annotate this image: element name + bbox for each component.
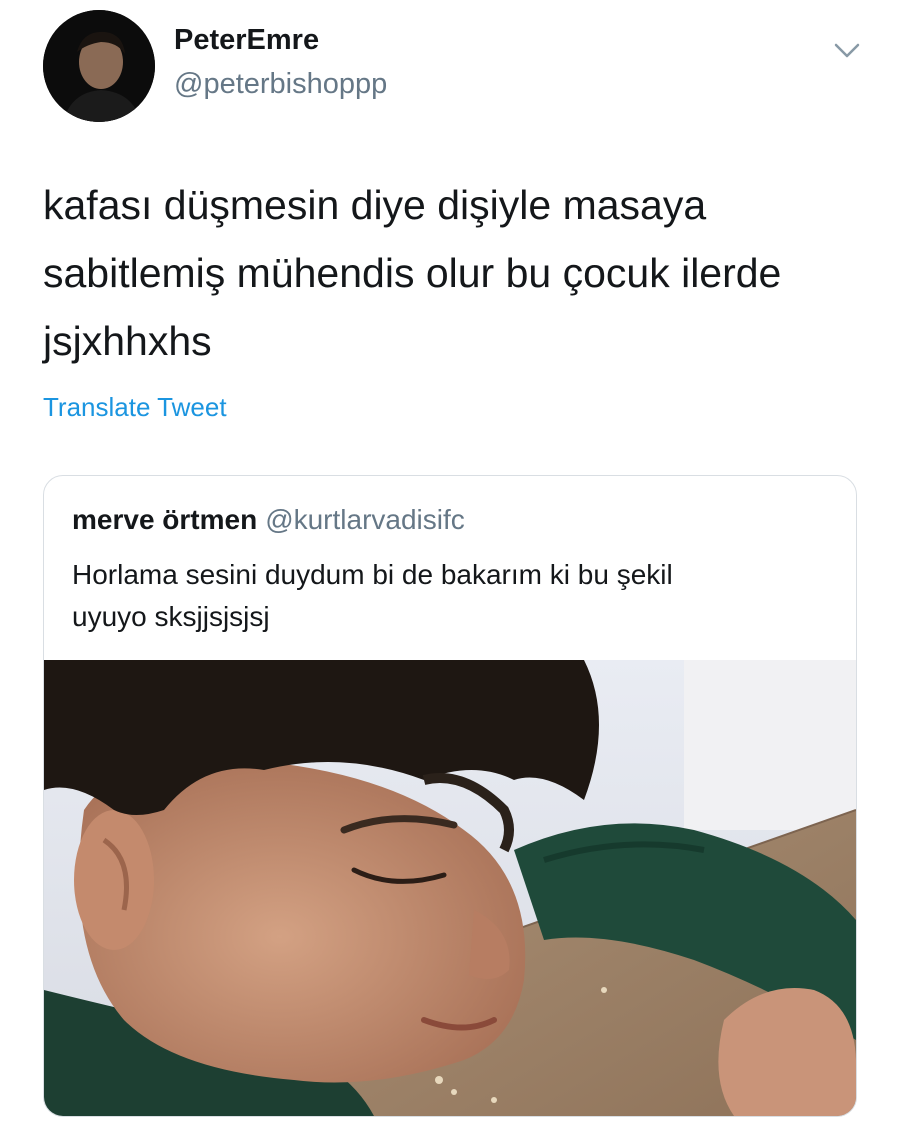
tweet-text-line: sabitlemiş mühendis olur bu çocuk ilerde [43, 250, 782, 296]
author-display-name[interactable]: PeterEmre [174, 24, 319, 57]
quoted-tweet-media[interactable] [44, 660, 856, 1116]
tweet-text-line: kafası düşmesin diye dişiyle masaya [43, 182, 707, 228]
quoted-tweet-card[interactable]: merve örtmen @kurtlarvadisifc Horlama ses… [43, 475, 857, 1117]
quoted-author-name: merve örtmen [72, 504, 258, 535]
avatar-photo [43, 10, 155, 122]
quoted-text-line: Horlama sesini duydum bi de bakarım ki b… [72, 559, 673, 590]
quoted-text-line: uyuyo sksjjsjsjsj [72, 601, 270, 632]
chevron-down-icon[interactable] [830, 38, 864, 64]
quoted-tweet-text: Horlama sesini duydum bi de bakarım ki b… [72, 554, 832, 638]
tweet-text-line: jsjxhhxhs [43, 318, 212, 364]
sleeping-child-photo [44, 660, 856, 1116]
author-avatar[interactable] [43, 10, 155, 122]
quoted-author-handle: @kurtlarvadisifc [265, 504, 465, 535]
tweet-text: kafası düşmesin diye dişiyle masaya sabi… [43, 171, 863, 375]
translate-tweet-link[interactable]: Translate Tweet [43, 392, 227, 423]
quoted-tweet-header: merve örtmen @kurtlarvadisifc [72, 504, 465, 536]
author-handle[interactable]: @peterbishoppp [174, 68, 387, 101]
